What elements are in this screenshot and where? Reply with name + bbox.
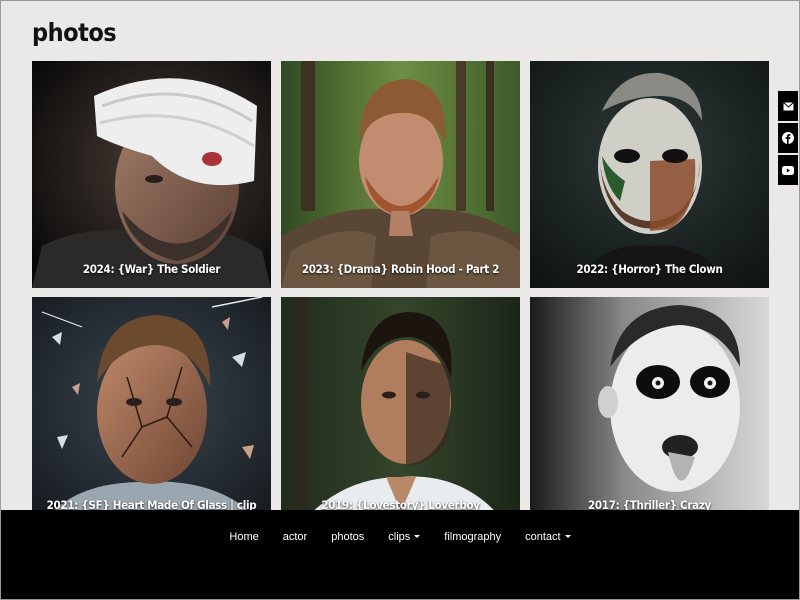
nav-item-photos[interactable]: photos (319, 531, 376, 543)
photo-tile-robin-hood[interactable]: 2023: {Drama} Robin Hood - Part 2 (281, 61, 520, 288)
photo-caption: 2022: {Horror} The Clown (576, 262, 723, 276)
nav-item-label: clips (388, 531, 411, 543)
facebook-button[interactable] (778, 123, 798, 153)
youtube-icon (782, 165, 794, 175)
photo-caption: 2023: {Drama} Robin Hood - Part 2 (301, 262, 500, 276)
photo-robin-hood-image (281, 61, 520, 288)
photo-heart-of-glass-image (32, 297, 271, 524)
caret-down-icon (414, 535, 421, 538)
social-sidebar (778, 91, 798, 187)
photo-caption: 2024: {War} The Soldier (82, 262, 221, 276)
nav-item-label: actor (282, 531, 308, 543)
photo-tile-crazy[interactable]: 2017: {Thriller} Crazy (530, 297, 769, 524)
photo-loverboy-image (281, 297, 520, 524)
footer-nav-bar: Home actor photos clips filmography cont… (0, 510, 800, 600)
facebook-icon (782, 132, 794, 144)
main-nav: Home actor photos clips filmography cont… (0, 531, 800, 543)
photo-tile-soldier[interactable]: 2024: {War} The Soldier (32, 61, 271, 288)
photo-soldier-image (32, 61, 271, 288)
nav-item-label: Home (229, 531, 259, 543)
photo-tile-loverboy[interactable]: 2019: {Lovestory} Loverboy (281, 297, 520, 524)
photo-tile-heart-of-glass[interactable]: 2021: {SF} Heart Made Of Glass | clip (32, 297, 271, 524)
photo-crazy-image (530, 297, 769, 524)
nav-item-clips[interactable]: clips (376, 531, 432, 543)
youtube-button[interactable] (778, 155, 798, 185)
photo-tile-clown[interactable]: 2022: {Horror} The Clown (530, 61, 769, 288)
nav-item-contact[interactable]: contact (513, 531, 582, 543)
nav-item-actor[interactable]: actor (271, 531, 319, 543)
nav-item-label: contact (525, 531, 561, 543)
nav-item-filmography[interactable]: filmography (432, 531, 513, 543)
nav-item-label: photos (331, 531, 365, 543)
nav-item-label: filmography (444, 531, 502, 543)
caret-down-icon (564, 535, 571, 538)
page-title: photos (32, 18, 117, 47)
envelope-icon (782, 101, 794, 110)
nav-item-home[interactable]: Home (217, 531, 270, 543)
email-button[interactable] (778, 91, 798, 121)
photo-grid: 2024: {War} The Soldier 2023: {Drama} Ro… (32, 61, 769, 524)
photo-clown-image (530, 61, 769, 288)
